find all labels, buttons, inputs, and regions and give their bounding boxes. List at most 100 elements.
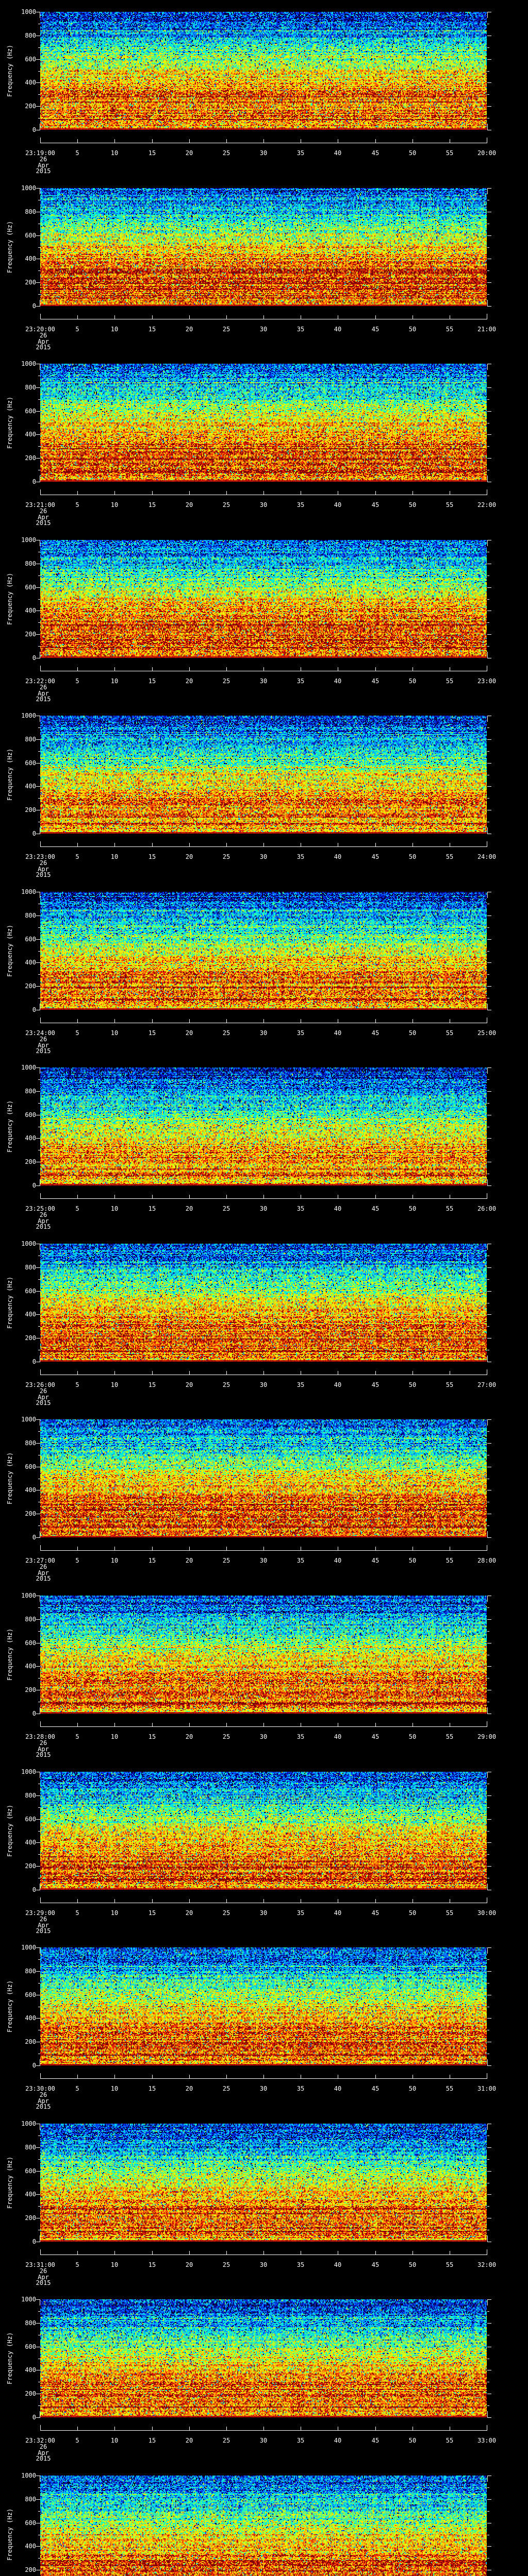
y-tick-label: 800	[25, 1792, 36, 1799]
y-tick-right	[487, 939, 491, 940]
y-tick-right	[487, 1537, 491, 1538]
x-tick-label: 50	[408, 1205, 417, 1212]
x-tick	[263, 843, 264, 846]
end-time-label: 20:00	[477, 149, 497, 157]
x-tick	[263, 491, 264, 495]
spectrogram-image	[40, 2124, 487, 2242]
x-tick-label: 25	[222, 2261, 230, 2268]
x-tick-label: 25	[222, 326, 230, 333]
y-tick	[38, 575, 40, 576]
spectrogram-panel: Frequency (Hz) 23:27:00 5 10 15 20 25 30 35 40 45…	[0, 1408, 528, 1584]
date-label: 2015	[36, 2455, 51, 2462]
x-tick-label: 15	[148, 501, 156, 509]
x-tick-label: 55	[446, 853, 454, 860]
y-tick-label: 800	[25, 1439, 36, 1447]
y-tick-label: 0	[32, 654, 36, 662]
x-tick-label: 50	[408, 149, 417, 157]
y-axis-stub	[487, 1884, 488, 1890]
y-tick-label: 1000	[21, 712, 36, 719]
x-tick-label: 10	[110, 2437, 119, 2444]
x-tick-label: 5	[75, 1205, 79, 1212]
y-tick-right	[487, 1267, 491, 1268]
x-tick-label: 15	[148, 1733, 156, 1740]
y-tick-right	[487, 2065, 491, 2066]
x-tick	[114, 1371, 115, 1375]
y-tick-label: 400	[25, 959, 36, 966]
x-tick-label: 50	[408, 853, 417, 860]
y-tick	[36, 282, 40, 283]
x-tick-label: 20	[185, 2085, 193, 2092]
x-tick-label: 10	[110, 1029, 119, 1037]
y-tick-right	[487, 411, 491, 412]
y-tick-right	[487, 1419, 491, 1420]
x-tick	[114, 2251, 115, 2255]
x-tick	[263, 1371, 264, 1375]
x-tick-label: 25	[222, 501, 230, 509]
x-tick	[77, 2251, 78, 2255]
x-tick-label: 20	[185, 677, 193, 685]
y-tick-label: 1000	[21, 2120, 36, 2127]
spectrogram-image	[40, 1596, 487, 1714]
x-tick-label: 25	[222, 1029, 230, 1037]
y-tick-right	[487, 1866, 491, 1867]
x-tick	[412, 1371, 413, 1375]
x-tick	[77, 2427, 78, 2430]
x-tick	[412, 1899, 413, 1903]
x-tick-label: 15	[148, 1909, 156, 1917]
y-tick	[36, 2018, 40, 2019]
x-tick-label: 35	[296, 326, 305, 333]
date-label: 2015	[36, 1927, 51, 1935]
y-tick	[36, 2065, 40, 2066]
x-tick	[114, 2075, 115, 2078]
x-tick-label: 15	[148, 677, 156, 685]
x-tick	[375, 843, 376, 846]
x-tick	[152, 491, 153, 495]
y-tick	[36, 587, 40, 588]
x-tick	[152, 1019, 153, 1023]
spectrogram-image	[40, 892, 487, 1010]
y-tick-label: 600	[25, 232, 36, 239]
x-tick	[412, 491, 413, 495]
spectrogram-panel: Frequency (Hz) 23:23:00 5 10 15 20 25 30 35 40 45…	[0, 704, 528, 880]
x-tick	[152, 1723, 153, 1726]
y-tick-label: 400	[25, 2543, 36, 2550]
y-tick-label: 200	[25, 279, 36, 286]
date-label: 2015	[36, 344, 51, 351]
y-tick	[38, 2311, 40, 2312]
y-tick	[36, 458, 40, 459]
x-tick-label: 20	[185, 1909, 193, 1917]
y-tick-label: 400	[25, 607, 36, 614]
x-tick	[263, 139, 264, 143]
y-tick-label: 200	[25, 2390, 36, 2397]
x-tick	[114, 2427, 115, 2430]
y-tick-label: 800	[25, 912, 36, 919]
y-tick-right	[487, 59, 491, 60]
frequency-axis-title: Frequency (Hz)	[6, 1980, 13, 2033]
y-tick	[36, 1842, 40, 1843]
x-tick	[412, 1723, 413, 1726]
x-tick-label: 15	[148, 326, 156, 333]
spectrogram-panel: Frequency (Hz) 23:21:00 5 10 15 20 25 30 35 40 45…	[0, 352, 528, 528]
y-tick-right	[487, 1138, 491, 1139]
y-tick	[36, 1091, 40, 1092]
x-tick-label: 20	[185, 501, 193, 509]
x-tick	[375, 1723, 376, 1726]
y-tick-right	[487, 106, 491, 107]
y-tick	[36, 411, 40, 412]
start-date-label: 26 Apr 2015	[36, 1212, 51, 1230]
y-tick-right	[487, 1431, 489, 1432]
y-tick-right	[487, 294, 489, 295]
x-tick-label: 35	[296, 1557, 305, 1564]
x-tick-label: 40	[334, 1029, 342, 1037]
y-tick-right	[487, 1807, 489, 1808]
y-tick-right	[487, 2511, 489, 2512]
x-tick-label: 50	[408, 2085, 417, 2092]
frequency-axis-title: Frequency (Hz)	[6, 221, 13, 274]
x-tick-label: 5	[75, 149, 79, 157]
x-tick	[226, 2427, 227, 2430]
y-tick-right	[487, 47, 489, 48]
x-tick-label: 5	[75, 2085, 79, 2092]
x-tick-label: 10	[110, 1909, 119, 1917]
y-tick	[38, 1631, 40, 1632]
y-tick-right	[487, 951, 489, 952]
